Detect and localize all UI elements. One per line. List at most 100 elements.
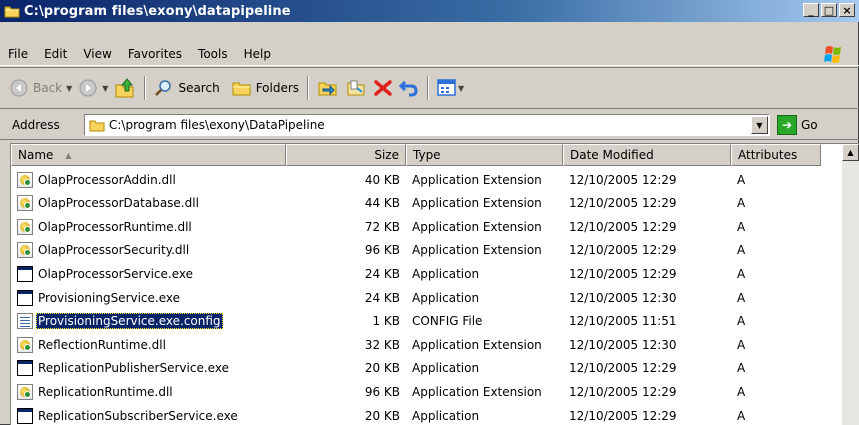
address-input[interactable]: C:\program files\exony\DataPipeline ▼ bbox=[84, 114, 770, 136]
close-button[interactable]: × bbox=[839, 3, 855, 17]
back-button[interactable]: Back ▼ bbox=[6, 75, 75, 101]
file-row[interactable]: OlapProcessorDatabase.dll 44 KB Applicatio… bbox=[11, 192, 831, 215]
file-list[interactable]: Name ▲ Size Type Date Modified Attribute… bbox=[10, 143, 859, 425]
delete-button[interactable] bbox=[370, 75, 396, 101]
file-attributes: A bbox=[737, 243, 746, 258]
folder-icon bbox=[89, 120, 105, 132]
window-title: C:\program files\exony\datapipeline bbox=[24, 3, 291, 19]
dll-file-icon bbox=[17, 336, 33, 353]
column-date-modified[interactable]: Date Modified bbox=[563, 144, 731, 166]
back-label: Back bbox=[33, 81, 63, 95]
file-name: OlapProcessorAddin.dll bbox=[38, 172, 176, 187]
folders-button[interactable]: Folders bbox=[229, 75, 302, 101]
file-name-cell: ReflectionRuntime.dll bbox=[11, 336, 286, 353]
search-label: Search bbox=[178, 81, 220, 95]
file-name-cell: OlapProcessorDatabase.dll bbox=[11, 195, 286, 212]
file-row[interactable]: ReplicationRuntime.dll 96 KB Application E… bbox=[11, 380, 831, 403]
file-attributes: A bbox=[737, 337, 746, 352]
file-type: Application Extension bbox=[412, 219, 542, 234]
file-row[interactable]: ProvisioningService.exe.config 1 KB CONFIG… bbox=[11, 310, 831, 333]
file-row[interactable]: ReplicationSubscriberService.exe 20 KB App… bbox=[11, 404, 831, 425]
exe-file-icon bbox=[17, 289, 33, 306]
file-name-cell: OlapProcessorAddin.dll bbox=[11, 171, 286, 188]
file-name: OlapProcessorRuntime.dll bbox=[38, 219, 192, 234]
menu-favorites[interactable]: Favorites bbox=[120, 43, 190, 65]
delete-x-icon bbox=[374, 80, 392, 96]
column-attributes[interactable]: Attributes bbox=[731, 144, 821, 166]
folders-label: Folders bbox=[255, 81, 300, 95]
search-button[interactable]: Search bbox=[151, 75, 222, 101]
copy-to-button[interactable] bbox=[342, 75, 370, 101]
file-date-modified: 12/10/2005 12:29 bbox=[569, 384, 677, 399]
menu-file[interactable]: File bbox=[0, 43, 36, 65]
column-size[interactable]: Size bbox=[286, 144, 406, 166]
file-attributes: A bbox=[737, 196, 746, 211]
file-row[interactable]: ReplicationPublisherService.exe 20 KB Appl… bbox=[11, 357, 831, 380]
menu-help[interactable]: Help bbox=[236, 43, 279, 65]
undo-icon bbox=[399, 80, 418, 97]
file-size: 20 KB bbox=[364, 361, 400, 376]
file-name-cell: ProvisioningService.exe.config bbox=[11, 313, 286, 330]
column-attributes-label: Attributes bbox=[738, 148, 798, 162]
scroll-up-button[interactable]: ▲ bbox=[842, 144, 859, 161]
file-type: Application Extension bbox=[412, 172, 542, 187]
views-dropdown-icon[interactable]: ▼ bbox=[458, 84, 464, 93]
file-row[interactable]: ProvisioningService.exe 24 KB Application 1… bbox=[11, 286, 831, 309]
file-attributes: A bbox=[737, 314, 746, 329]
menu-view[interactable]: View bbox=[75, 43, 119, 65]
file-date-modified: 12/10/2005 12:29 bbox=[569, 172, 677, 187]
menu-edit[interactable]: Edit bbox=[36, 43, 75, 65]
minimize-button[interactable]: _ bbox=[803, 3, 819, 17]
move-to-button[interactable] bbox=[314, 75, 342, 101]
vertical-scrollbar[interactable]: ▲ bbox=[842, 144, 859, 425]
views-button[interactable]: ▼ bbox=[434, 75, 467, 101]
dll-file-icon bbox=[17, 383, 33, 400]
search-icon bbox=[155, 80, 172, 96]
column-date-label: Date Modified bbox=[570, 148, 654, 162]
file-size: 1 KB bbox=[372, 314, 400, 329]
file-name: ReplicationRuntime.dll bbox=[38, 384, 173, 399]
copy-to-icon bbox=[347, 80, 365, 96]
file-row[interactable]: OlapProcessorService.exe 24 KB Application… bbox=[11, 262, 831, 285]
column-type[interactable]: Type bbox=[406, 144, 563, 166]
forward-dropdown-icon[interactable]: ▼ bbox=[102, 84, 108, 93]
go-button[interactable]: ➔ Go bbox=[777, 115, 818, 135]
file-name: ProvisioningService.exe bbox=[38, 290, 181, 305]
file-size: 32 KB bbox=[364, 337, 400, 352]
file-date-modified: 12/10/2005 12:29 bbox=[569, 243, 677, 258]
menu-tools[interactable]: Tools bbox=[190, 43, 236, 65]
file-row[interactable]: ReflectionRuntime.dll 32 KB Application Ex… bbox=[11, 333, 831, 356]
address-dropdown-button[interactable]: ▼ bbox=[751, 116, 768, 134]
config-file-icon bbox=[17, 313, 33, 330]
file-date-modified: 12/10/2005 12:29 bbox=[569, 408, 677, 423]
column-name[interactable]: Name ▲ bbox=[11, 144, 286, 166]
title-bar[interactable]: C:\program files\exony\datapipeline _ □ … bbox=[0, 0, 859, 22]
column-size-label: Size bbox=[374, 148, 399, 162]
folder-icon bbox=[4, 4, 20, 18]
file-row[interactable]: OlapProcessorSecurity.dll 96 KB Applicatio… bbox=[11, 239, 831, 262]
file-name-cell: ReplicationPublisherService.exe bbox=[11, 360, 286, 377]
exe-file-icon bbox=[17, 360, 33, 377]
file-type: Application Extension bbox=[412, 337, 542, 352]
file-row[interactable]: OlapProcessorAddin.dll 40 KB Application E… bbox=[11, 168, 831, 191]
explorer-window: C:\program files\exony\datapipeline _ □ … bbox=[0, 0, 859, 425]
file-attributes: A bbox=[737, 361, 746, 376]
undo-button[interactable] bbox=[396, 75, 422, 101]
file-attributes: A bbox=[737, 290, 746, 305]
file-size: 96 KB bbox=[364, 243, 400, 258]
file-size: 24 KB bbox=[364, 290, 400, 305]
file-name-cell: ReplicationRuntime.dll bbox=[11, 383, 286, 400]
up-folder-button[interactable] bbox=[111, 75, 139, 101]
file-type: Application Extension bbox=[412, 196, 542, 211]
file-name: OlapProcessorDatabase.dll bbox=[38, 196, 199, 211]
file-type: Application bbox=[412, 290, 480, 305]
maximize-button[interactable]: □ bbox=[821, 3, 837, 17]
back-dropdown-icon[interactable]: ▼ bbox=[66, 84, 72, 93]
go-label: Go bbox=[801, 118, 818, 132]
file-date-modified: 12/10/2005 12:30 bbox=[569, 290, 677, 305]
forward-button[interactable]: ▼ bbox=[75, 75, 111, 101]
file-row[interactable]: OlapProcessorRuntime.dll 72 KB Application… bbox=[11, 215, 831, 238]
file-name-cell: OlapProcessorRuntime.dll bbox=[11, 218, 286, 235]
file-type: Application bbox=[412, 266, 480, 281]
column-name-label: Name bbox=[18, 148, 54, 162]
